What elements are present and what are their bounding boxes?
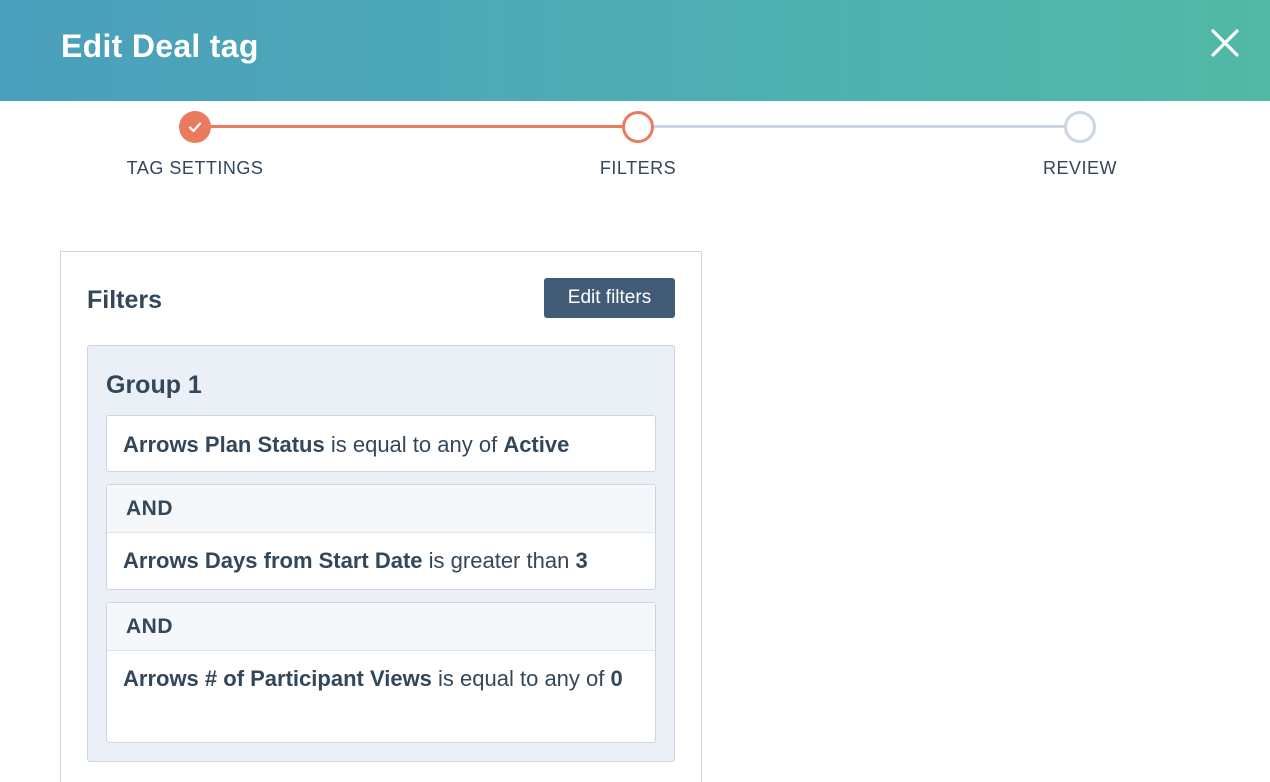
filter-property: Arrows Plan Status bbox=[123, 432, 325, 457]
step-tag-settings-indicator[interactable] bbox=[179, 111, 211, 143]
filter-condition: AND Arrows Days from Start Date is great… bbox=[106, 484, 656, 590]
step-label-tag-settings[interactable]: TAG SETTINGS bbox=[75, 158, 315, 179]
modal-header: Edit Deal tag bbox=[0, 0, 1270, 101]
step-label-review[interactable]: REVIEW bbox=[960, 158, 1200, 179]
and-connector: AND bbox=[107, 603, 655, 651]
filter-property: Arrows # of Participant Views bbox=[123, 666, 432, 691]
filter-value: 3 bbox=[575, 548, 588, 573]
filter-property: Arrows Days from Start Date bbox=[123, 548, 423, 573]
edit-filters-button[interactable]: Edit filters bbox=[544, 278, 675, 318]
group-title: Group 1 bbox=[106, 371, 202, 399]
filter-operator: is equal to any of bbox=[438, 666, 605, 691]
filter-group: Group 1 Arrows Plan Status is equal to a… bbox=[87, 345, 675, 762]
filter-condition-text: Arrows Days from Start Date is greater t… bbox=[107, 533, 655, 578]
filter-value: 0 bbox=[610, 666, 623, 691]
filter-operator: is greater than bbox=[428, 548, 570, 573]
step-filters-indicator[interactable] bbox=[622, 111, 654, 143]
stepper-line-completed bbox=[195, 125, 638, 128]
progress-stepper: TAG SETTINGS FILTERS REVIEW bbox=[0, 101, 1270, 201]
filters-title: Filters bbox=[87, 286, 163, 314]
step-label-filters[interactable]: FILTERS bbox=[518, 158, 758, 179]
filters-card: Filters Edit filters Group 1 Arrows Plan… bbox=[60, 251, 702, 782]
filter-value: Active bbox=[503, 432, 570, 457]
close-button[interactable] bbox=[1204, 22, 1246, 64]
and-connector: AND bbox=[107, 485, 655, 533]
filter-condition: AND Arrows # of Participant Views is equ… bbox=[106, 602, 656, 743]
filter-condition-text: Arrows Plan Status is equal to any of Ac… bbox=[107, 416, 655, 462]
filter-condition: Arrows Plan Status is equal to any of Ac… bbox=[106, 415, 656, 472]
close-icon bbox=[1211, 29, 1239, 57]
checkmark-icon bbox=[188, 122, 202, 133]
modal-title: Edit Deal tag bbox=[61, 28, 259, 64]
stepper-line-pending bbox=[638, 125, 1080, 128]
filter-condition-text: Arrows # of Participant Views is equal t… bbox=[107, 651, 655, 696]
step-review-indicator[interactable] bbox=[1064, 111, 1096, 143]
filter-operator: is equal to any of bbox=[330, 432, 498, 457]
